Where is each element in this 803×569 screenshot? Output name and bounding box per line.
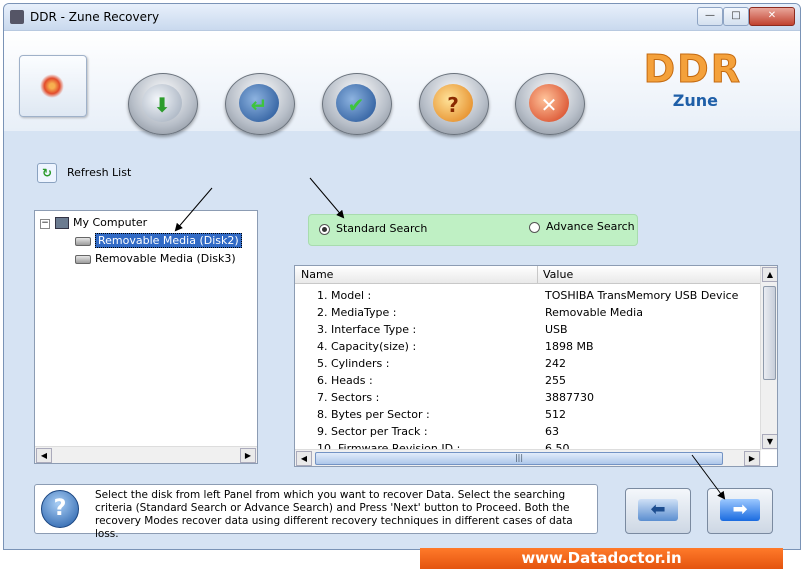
- tree-item-disk3[interactable]: Removable Media (Disk3): [75, 251, 236, 267]
- maximize-button[interactable]: □: [723, 7, 749, 26]
- tree-collapse-toggle[interactable]: −: [40, 219, 50, 229]
- tree-item-label: Removable Media (Disk3): [95, 252, 236, 265]
- exit-button[interactable]: ✕: [515, 73, 585, 135]
- help-icon: ?: [41, 490, 79, 528]
- grid-header: Name Value: [295, 266, 761, 284]
- help-button[interactable]: ?: [419, 73, 489, 135]
- next-button[interactable]: ➡: [707, 488, 773, 534]
- check-icon: ✔: [347, 93, 365, 117]
- radio-selected-icon: [319, 223, 330, 235]
- grid-horizontal-scrollbar[interactable]: ◀ ||| ▶: [295, 449, 761, 466]
- cell-value: TOSHIBA TransMemory USB Device: [545, 289, 739, 302]
- minimize-button[interactable]: —: [697, 7, 723, 26]
- cell-name: 7. Sectors :: [317, 391, 380, 404]
- app-window: DDR - Zune Recovery — □ ✕ DDR Zune ⬇ ↵ ✔…: [3, 3, 801, 550]
- question-icon: ?: [447, 93, 459, 117]
- standard-search-radio[interactable]: Standard Search: [319, 222, 427, 235]
- grid-vertical-scrollbar[interactable]: ▲ ▼: [760, 266, 777, 450]
- drive-download-button[interactable]: ⬇: [128, 73, 198, 135]
- cell-name: 6. Heads :: [317, 374, 373, 387]
- computer-icon: [55, 217, 69, 229]
- back-button[interactable]: ⬅: [625, 488, 691, 534]
- refresh-icon: ↻: [37, 163, 57, 183]
- cell-value: Removable Media: [545, 306, 643, 319]
- cell-name: 5. Cylinders :: [317, 357, 390, 370]
- app-icon: [10, 10, 24, 24]
- advance-search-radio[interactable]: Advance Search: [529, 220, 635, 233]
- close-button[interactable]: ✕: [749, 7, 795, 26]
- check-button[interactable]: ✔: [322, 73, 392, 135]
- cell-value: 63: [545, 425, 559, 438]
- tree-horizontal-scrollbar[interactable]: ◀ ▶: [35, 446, 257, 463]
- title-bar: DDR - Zune Recovery — □ ✕: [4, 4, 800, 31]
- column-header-value[interactable]: Value: [543, 268, 573, 281]
- table-row[interactable]: 9. Sector per Track : 63: [295, 423, 761, 440]
- logo-icon: [40, 74, 64, 98]
- footer-url-banner: www.Datadoctor.in: [420, 548, 783, 569]
- table-row[interactable]: 5. Cylinders : 242: [295, 355, 761, 372]
- exit-icon: ✕: [540, 93, 558, 117]
- arrow-left-icon: ⬅: [638, 499, 678, 521]
- tree-item-disk2[interactable]: Removable Media (Disk2): [75, 233, 242, 249]
- search-mode-panel: Standard Search Advance Search: [308, 214, 638, 246]
- horizontal-scroll-thumb[interactable]: |||: [315, 452, 723, 465]
- table-row[interactable]: 3. Interface Type : USB: [295, 321, 761, 338]
- scroll-up-icon[interactable]: ▲: [762, 267, 777, 282]
- vertical-scroll-thumb[interactable]: [763, 286, 776, 380]
- tree-root-label: My Computer: [73, 216, 148, 229]
- help-panel: ? Select the disk from left Panel from w…: [34, 484, 598, 540]
- radio-icon: [529, 221, 540, 233]
- cell-value: 512: [545, 408, 566, 421]
- scroll-right-icon[interactable]: ▶: [240, 448, 256, 463]
- tree-root[interactable]: My Computer: [55, 215, 147, 231]
- column-header-name[interactable]: Name: [301, 268, 333, 281]
- cell-name: 9. Sector per Track :: [317, 425, 428, 438]
- arrow-right-icon: ➡: [720, 499, 760, 521]
- drive-tree: − My Computer Removable Media (Disk2) Re…: [34, 210, 258, 464]
- load-button[interactable]: ↵: [225, 73, 295, 135]
- brand-product: Zune: [672, 91, 718, 110]
- scroll-down-icon[interactable]: ▼: [762, 434, 777, 449]
- advance-search-label: Advance Search: [546, 220, 635, 233]
- cell-value: 3887730: [545, 391, 594, 404]
- cell-value: USB: [545, 323, 568, 336]
- table-row[interactable]: 2. MediaType : Removable Media: [295, 304, 761, 321]
- cell-value: 255: [545, 374, 566, 387]
- cell-name: 1. Model :: [317, 289, 372, 302]
- standard-search-label: Standard Search: [336, 222, 428, 235]
- scroll-left-icon[interactable]: ◀: [36, 448, 52, 463]
- column-divider[interactable]: [537, 266, 538, 283]
- cell-value: 1898 MB: [545, 340, 594, 353]
- drive-icon: [75, 254, 91, 264]
- cell-value: 242: [545, 357, 566, 370]
- tree-item-label: Removable Media (Disk2): [95, 233, 242, 248]
- cell-name: 4. Capacity(size) :: [317, 340, 417, 353]
- table-row[interactable]: 1. Model : TOSHIBA TransMemory USB Device: [295, 287, 761, 304]
- refresh-label: Refresh List: [67, 166, 132, 179]
- scroll-left-icon[interactable]: ◀: [296, 451, 312, 466]
- window-title: DDR - Zune Recovery: [30, 10, 160, 24]
- table-row[interactable]: 7. Sectors : 3887730: [295, 389, 761, 406]
- scroll-right-icon[interactable]: ▶: [744, 451, 760, 466]
- table-row[interactable]: 6. Heads : 255: [295, 372, 761, 389]
- cell-name: 2. MediaType :: [317, 306, 397, 319]
- disk-info-grid: Name Value 1. Model : TOSHIBA TransMemory…: [294, 265, 778, 467]
- brand-name: DDR: [643, 47, 742, 92]
- table-row[interactable]: 4. Capacity(size) : 1898 MB: [295, 338, 761, 355]
- header-banner: DDR Zune: [4, 31, 800, 131]
- cell-name: 8. Bytes per Sector :: [317, 408, 430, 421]
- table-row[interactable]: 8. Bytes per Sector : 512: [295, 406, 761, 423]
- load-icon: ↵: [250, 93, 268, 117]
- drive-icon: [75, 236, 91, 246]
- app-logo: [19, 55, 87, 117]
- help-text: Select the disk from left Panel from whi…: [95, 489, 573, 540]
- cell-name: 3. Interface Type :: [317, 323, 417, 336]
- drive-download-icon: ⬇: [153, 93, 171, 117]
